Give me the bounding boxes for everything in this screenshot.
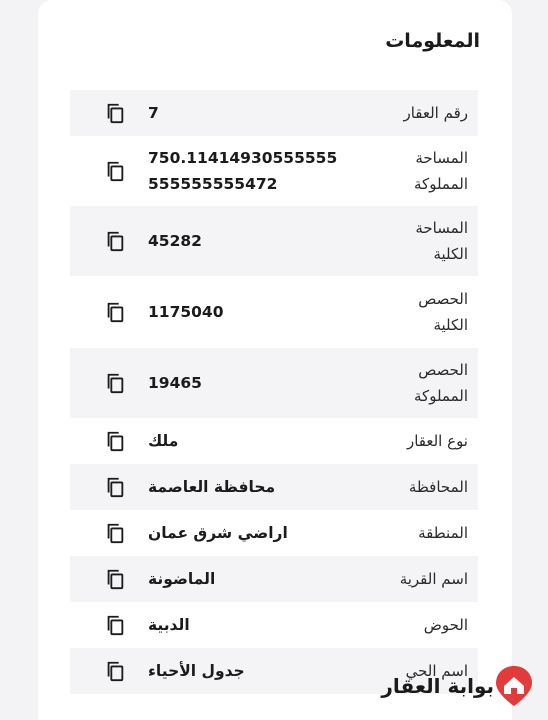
row-label: الحوض — [423, 616, 468, 634]
row-basin: الدبية الحوض — [70, 602, 478, 648]
copy-icon[interactable] — [104, 230, 126, 252]
brand-name: بوابة العقار — [381, 674, 494, 698]
house-location-icon — [496, 666, 532, 706]
row-label: المساحة الكلية — [415, 219, 468, 263]
copy-icon[interactable] — [104, 372, 126, 394]
row-label: المساحة المملوكة — [414, 149, 468, 193]
copy-icon[interactable] — [104, 522, 126, 544]
section-title: المعلومات — [385, 30, 480, 52]
row-property-type: ملك نوع العقار — [70, 418, 478, 464]
row-governorate: محافظة العاصمة المحافظة — [70, 464, 478, 510]
row-value: 750.11414930555555555555555472 — [148, 149, 338, 193]
row-value: جدول الأحياء — [148, 662, 245, 680]
row-label: نوع العقار — [406, 432, 468, 450]
row-value: 19465 — [148, 374, 202, 392]
row-owned-area: 750.11414930555555555555555472 المساحة ا… — [70, 136, 478, 206]
copy-icon[interactable] — [104, 568, 126, 590]
row-total-area: 45282 المساحة الكلية — [70, 206, 478, 276]
row-property-number: 7 رقم العقار — [70, 90, 478, 136]
row-label: الحصص المملوكة — [414, 361, 468, 405]
copy-icon[interactable] — [104, 102, 126, 124]
row-village: الماضونة اسم القرية — [70, 556, 478, 602]
row-value: 45282 — [148, 232, 202, 250]
row-value: الماضونة — [148, 570, 216, 588]
row-value: ملك — [148, 432, 179, 450]
copy-icon[interactable] — [104, 614, 126, 636]
row-label: المحافظة — [408, 478, 468, 496]
copy-icon[interactable] — [104, 476, 126, 498]
row-value: اراضي شرق عمان — [148, 524, 288, 542]
info-list: 7 رقم العقار 750.11414930555555555555555… — [70, 90, 478, 694]
row-region: اراضي شرق عمان المنطقة — [70, 510, 478, 556]
brand-logo: بوابة العقار — [375, 664, 534, 708]
row-label: الحصص الكلية — [418, 290, 468, 334]
row-label: رقم العقار — [403, 104, 468, 122]
info-card: المعلومات 7 رقم العقار 750.1141493055555… — [38, 0, 512, 720]
copy-icon[interactable] — [104, 430, 126, 452]
row-value: 1175040 — [148, 303, 224, 321]
row-total-shares: 1175040 الحصص الكلية — [70, 276, 478, 348]
row-label: المنطقة — [418, 524, 468, 542]
row-value: محافظة العاصمة — [148, 478, 276, 496]
copy-icon[interactable] — [104, 660, 126, 682]
row-value: 7 — [148, 104, 159, 122]
row-label: اسم القرية — [399, 570, 468, 588]
row-value: الدبية — [148, 616, 190, 634]
copy-icon[interactable] — [104, 301, 126, 323]
row-owned-shares: 19465 الحصص المملوكة — [70, 348, 478, 418]
copy-icon[interactable] — [104, 160, 126, 182]
